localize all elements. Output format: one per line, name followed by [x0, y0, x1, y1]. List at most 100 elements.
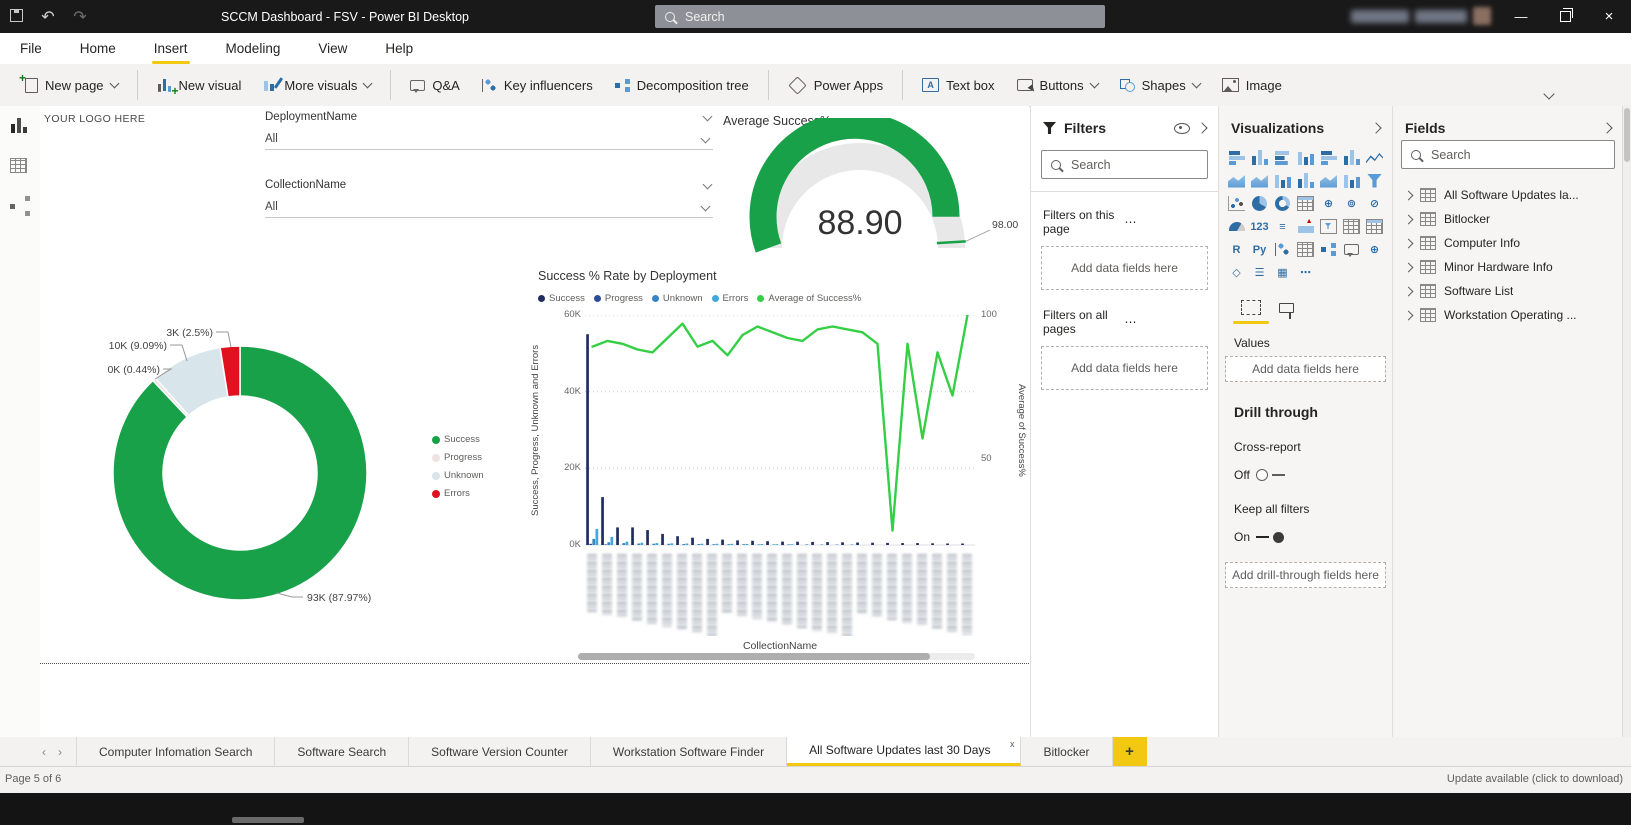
visual-scatter-chart-icon[interactable] — [1225, 192, 1248, 215]
signed-in-user[interactable] — [1351, 7, 1491, 25]
drill-through-dropzone[interactable]: Add drill-through fields here — [1225, 562, 1386, 588]
visual-slicer-icon[interactable] — [1317, 215, 1340, 238]
visual-ribbon-chart-icon[interactable] — [1317, 169, 1340, 192]
visual-arcgis-map-icon[interactable]: ⊕ — [1363, 238, 1386, 261]
legend-item-unknown[interactable]: Unknown — [432, 470, 484, 481]
page-tab-all-software-updates-last-30-days[interactable]: All Software Updates last 30 Days x — [787, 737, 1022, 766]
fields-search-input[interactable] — [1429, 146, 1553, 163]
next-page-arrow[interactable]: › — [58, 745, 62, 759]
ribbon-shapes-button[interactable]: Shapes — [1109, 72, 1211, 99]
fields-table-row[interactable]: All Software Updates la... — [1393, 183, 1623, 207]
new-page-tab-button[interactable]: + — [1112, 737, 1147, 766]
donut-chart[interactable]: 3K (2.5%) 10K (9.09%) 0K (0.44%) 93K (87.97… — [70, 311, 490, 631]
visual-power-apps-visual-icon[interactable]: ◇ — [1225, 261, 1248, 284]
cross-report-toggle[interactable]: Off — [1234, 468, 1392, 482]
expand-chevron-icon[interactable] — [1403, 262, 1414, 272]
scrollbar-thumb[interactable] — [1624, 108, 1630, 162]
visual-key-influencers-icon[interactable] — [1271, 238, 1294, 261]
fields-tab-icon[interactable] — [1241, 300, 1261, 315]
visual-donut-chart-icon[interactable] — [1271, 192, 1294, 215]
combo-chart-scrollbar[interactable] — [578, 653, 975, 660]
legend-item-unknown[interactable]: Unknown — [651, 293, 703, 304]
visual-r-script-visual-icon[interactable]: R — [1225, 238, 1248, 261]
fields-search-box[interactable] — [1401, 140, 1615, 169]
visual-python-visual-icon[interactable]: Py — [1248, 238, 1271, 261]
visual-kpi-icon[interactable] — [1294, 215, 1317, 238]
legend-item-errors[interactable]: Errors — [711, 293, 748, 304]
visual-smart-narrative-icon[interactable]: ☰ — [1248, 261, 1271, 284]
legend-item-progress[interactable]: Progress — [593, 293, 643, 304]
menu-item-modeling[interactable]: Modeling — [224, 35, 283, 62]
eye-icon[interactable] — [1174, 122, 1190, 134]
expand-chevron-icon[interactable] — [1403, 190, 1414, 200]
legend-item-success[interactable]: Success — [432, 434, 484, 445]
avatar[interactable] — [1473, 7, 1491, 25]
undo-icon[interactable]: ↶ — [32, 7, 64, 27]
restore-button[interactable] — [1543, 0, 1587, 33]
visual-pie-chart-icon[interactable] — [1248, 192, 1271, 215]
ribbon-new-visual-button[interactable]: New visual — [146, 72, 253, 99]
close-tab-icon[interactable]: x — [1010, 739, 1015, 749]
visual-qa-visual-icon[interactable] — [1340, 238, 1363, 261]
window-scrollbar[interactable] — [1622, 106, 1631, 737]
visual-clustered-bar-chart-icon[interactable] — [1271, 146, 1294, 169]
more-options-icon[interactable]: ⋯ — [1125, 315, 1207, 329]
global-search-box[interactable] — [655, 5, 1105, 28]
more-options-icon[interactable]: ⋯ — [1125, 215, 1207, 229]
report-view-icon[interactable] — [10, 118, 27, 133]
global-search-input[interactable] — [683, 8, 1067, 25]
page-tab-software-search[interactable]: Software Search — [275, 737, 410, 766]
gauge-chart[interactable]: 88.90 98.00 — [690, 111, 1029, 258]
model-view-icon[interactable] — [10, 196, 30, 216]
visual-card-icon[interactable]: 123 — [1248, 215, 1271, 238]
visual-multi-row-card-icon[interactable]: ≡ — [1271, 215, 1294, 238]
visual-funnel-chart-icon[interactable] — [1363, 169, 1386, 192]
menu-item-help[interactable]: Help — [383, 35, 415, 62]
visual-waterfall-chart-icon[interactable] — [1340, 169, 1363, 192]
page-tab-software-version-counter[interactable]: Software Version Counter — [409, 737, 591, 766]
visual-stacked-area-chart-icon[interactable] — [1248, 169, 1271, 192]
visual-stacked-column-chart-icon[interactable] — [1248, 146, 1271, 169]
visual-matrix-icon[interactable] — [1363, 215, 1386, 238]
ribbon-power-apps-button[interactable]: Power Apps — [777, 72, 894, 99]
fields-table-row[interactable]: Minor Hardware Info — [1393, 255, 1623, 279]
redo-icon[interactable]: ↷ — [64, 7, 96, 27]
page-tab-computer-infomation-search[interactable]: Computer Infomation Search — [76, 737, 276, 766]
combo-chart-plot[interactable] — [585, 313, 975, 547]
visual-100-stacked-bar-chart-icon[interactable] — [1317, 146, 1340, 169]
page-tab-bitlocker[interactable]: Bitlocker — [1021, 737, 1113, 766]
filter-dropzone[interactable]: Add data fields here — [1041, 346, 1208, 390]
ribbon-image-button[interactable]: Image — [1211, 72, 1293, 99]
minimize-button[interactable]: — — [1499, 0, 1543, 33]
visual-stacked-bar-chart-icon[interactable] — [1225, 146, 1248, 169]
visual-decomposition-tree-icon[interactable] — [1317, 238, 1340, 261]
slicer-dropdown[interactable]: All — [265, 201, 713, 218]
visual-100-stacked-column-chart-icon[interactable] — [1340, 146, 1363, 169]
visual-clustered-column-chart-icon[interactable] — [1294, 146, 1317, 169]
ribbon-q-a-button[interactable]: Q&A — [399, 72, 470, 99]
visual-treemap-icon[interactable] — [1294, 192, 1317, 215]
page-tab-workstation-software-finder[interactable]: Workstation Software Finder — [591, 737, 788, 766]
expand-chevron-icon[interactable] — [1403, 310, 1414, 320]
fields-table-row[interactable]: Computer Info — [1393, 231, 1623, 255]
menu-item-home[interactable]: Home — [78, 35, 118, 62]
ribbon-new-page-button[interactable]: New page — [14, 71, 129, 99]
visual-paginated-report-icon[interactable] — [1294, 238, 1317, 261]
ribbon-key-influencers-button[interactable]: Key influencers — [471, 72, 604, 99]
keep-all-filters-toggle[interactable]: On — [1234, 530, 1392, 544]
data-view-icon[interactable] — [10, 158, 27, 173]
fields-table-row[interactable]: Software List — [1393, 279, 1623, 303]
visual-line-chart-icon[interactable] — [1363, 146, 1386, 169]
legend-item-progress[interactable]: Progress — [432, 452, 484, 463]
update-available-link[interactable]: Update available (click to download) — [1447, 773, 1623, 785]
visual-more-options-icon[interactable]: ⋯ — [1294, 261, 1317, 284]
expand-chevron-icon[interactable] — [1403, 286, 1414, 296]
menu-item-insert[interactable]: Insert — [151, 35, 190, 64]
expand-chevron-icon[interactable] — [1403, 238, 1414, 248]
menu-item-file[interactable]: File — [18, 35, 44, 62]
filters-search-input[interactable] — [1069, 156, 1193, 173]
values-dropzone[interactable]: Add data fields here — [1225, 356, 1386, 382]
ribbon-buttons-button[interactable]: Buttons — [1006, 72, 1109, 99]
visual-map-icon[interactable]: ⊕ — [1317, 192, 1340, 215]
legend-item-errors[interactable]: Errors — [432, 488, 484, 499]
